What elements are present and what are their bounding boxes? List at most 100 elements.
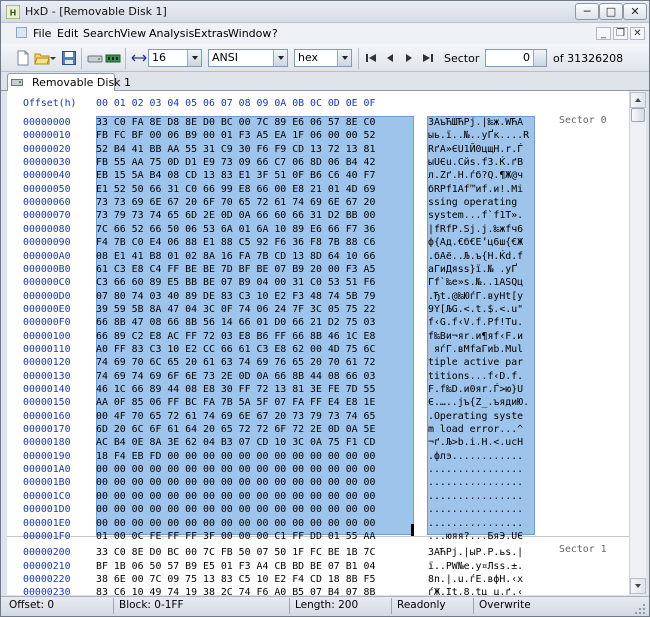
row-hex-bytes[interactable]: 73 79 73 74 65 6D 2E 0D 0A 66 60 66 31 D… bbox=[96, 209, 375, 222]
menu-edit[interactable]: Edit bbox=[57, 27, 78, 40]
row-hex-bytes[interactable]: AA 0F 85 06 FF BC FA 7B 5A 5F 07 FA FF E… bbox=[96, 396, 375, 409]
row-text[interactable]: ыUЄu.Сйs.fЗ.Ќ.ґB bbox=[428, 156, 534, 169]
status-mode[interactable]: Readonly bbox=[397, 599, 446, 611]
row-text[interactable]: 8n.|.u.ѓЕ.вфН.‹х bbox=[428, 573, 534, 586]
scroll-down-arrow-icon[interactable] bbox=[630, 578, 646, 594]
mdi-close-button[interactable]: ✕ bbox=[630, 27, 645, 40]
row-text[interactable]: RґA»ЄU1Й0цщН.r.Ѓ bbox=[428, 143, 534, 156]
row-hex-bytes[interactable]: 01 00 0C FE FF FF 3F 00 00 00 C1 FF DD 0… bbox=[96, 530, 375, 543]
row-hex-bytes[interactable]: 33 C0 8E D0 BC 00 7C FB 50 07 50 1F FC B… bbox=[96, 546, 375, 559]
row-hex-bytes[interactable]: 00 00 00 00 00 00 00 00 00 00 00 00 00 0… bbox=[96, 490, 375, 503]
row-hex-bytes[interactable]: C3 66 60 89 E5 BB BE 07 B9 04 00 31 C0 5… bbox=[96, 276, 375, 289]
vertical-scrollbar[interactable] bbox=[629, 91, 646, 595]
row-hex-bytes[interactable]: EB 15 5A B4 08 CD 13 83 E1 3F 51 0F B6 C… bbox=[96, 169, 375, 182]
menu-extras[interactable]: Extras bbox=[194, 27, 229, 40]
row-text[interactable]: aГиДяѕѕ}ї.№ .уҐ bbox=[428, 263, 534, 276]
row-hex-bytes[interactable]: 00 4F 70 65 72 61 74 69 6E 67 20 73 79 7… bbox=[96, 410, 375, 423]
row-text[interactable]: ...юяя?...БяЭ.UЄ bbox=[428, 530, 534, 543]
maximize-button[interactable]: □ bbox=[599, 3, 623, 20]
row-text[interactable]: titions...f‹D.f. bbox=[428, 370, 534, 383]
scroll-thumb[interactable] bbox=[631, 108, 645, 122]
row-text[interactable]: 3АъЋШЋРј.|‰ж.WЋА bbox=[428, 116, 534, 129]
hex-editor-view[interactable]: Offset(h) 00 01 02 03 04 05 06 07 08 09 … bbox=[7, 91, 629, 595]
status-overwrite[interactable]: Overwrite bbox=[479, 599, 531, 611]
chevron-down-icon[interactable] bbox=[337, 50, 351, 66]
row-text[interactable]: 9Y[ЉG.<.t.$.<.u" bbox=[428, 303, 534, 316]
row-hex-bytes[interactable]: 38 6E 00 7C 09 75 13 83 C5 10 E2 F4 CD 1… bbox=[96, 573, 375, 586]
open-dropdown-icon[interactable] bbox=[49, 50, 57, 66]
row-hex-bytes[interactable]: BF 1B 06 50 57 B9 E5 01 F3 A4 CB BD BE 0… bbox=[96, 560, 375, 573]
menu-search[interactable]: Search bbox=[83, 27, 121, 40]
row-text[interactable]: бRPf1Аf™иf.и!.Mi bbox=[428, 183, 534, 196]
row-hex-bytes[interactable]: 00 00 00 00 00 00 00 00 00 00 00 00 00 0… bbox=[96, 463, 375, 476]
bytes-per-row-select[interactable]: 16 bbox=[148, 49, 202, 67]
row-text[interactable]: |fRfP.Sj.j.‰жfч6 bbox=[428, 223, 534, 236]
row-text[interactable]: ................ bbox=[428, 503, 534, 516]
row-hex-bytes[interactable]: FB FC BF 00 06 B9 00 01 F3 A5 EA 1F 06 0… bbox=[96, 129, 375, 142]
menu-view[interactable]: View bbox=[120, 27, 146, 40]
row-hex-bytes[interactable]: E1 52 50 66 31 C0 66 99 E8 66 00 E8 21 0… bbox=[96, 183, 375, 196]
open-folder-icon[interactable] bbox=[34, 50, 50, 66]
row-hex-bytes[interactable]: FB 55 AA 75 0D D1 E9 73 09 66 C7 06 8D 0… bbox=[96, 156, 375, 169]
resize-grip-icon[interactable] bbox=[635, 604, 646, 615]
row-hex-bytes[interactable]: 73 73 69 6E 67 20 6F 70 65 72 61 74 69 6… bbox=[96, 196, 375, 209]
row-text[interactable]: f‹G.f‹V.f.Рf!Тu. bbox=[428, 316, 534, 329]
row-hex-bytes[interactable]: 6D 20 6C 6F 61 64 20 65 72 72 6F 72 2E 0… bbox=[96, 423, 375, 436]
row-hex-bytes[interactable]: 00 00 00 00 00 00 00 00 00 00 00 00 00 0… bbox=[96, 517, 375, 530]
row-hex-bytes[interactable]: 33 C0 FA 8E D8 8E D0 BC 00 7C 89 E6 06 5… bbox=[96, 116, 375, 129]
row-hex-bytes[interactable]: F4 7B C0 E4 06 88 E1 88 C5 92 F6 36 F8 7… bbox=[96, 236, 375, 249]
row-hex-bytes[interactable]: 18 F4 EB FD 00 00 00 00 00 00 00 00 00 0… bbox=[96, 450, 375, 463]
row-hex-bytes[interactable]: 61 C3 E8 C4 FF BE BE 7D BF BE 07 B9 20 0… bbox=[96, 263, 375, 276]
menu-window[interactable]: Window bbox=[228, 27, 271, 40]
row-hex-bytes[interactable]: 66 8B 47 08 66 8B 56 14 66 01 D0 66 21 D… bbox=[96, 316, 375, 329]
menu-help[interactable]: ? bbox=[272, 27, 278, 40]
title-bar[interactable]: H HxD - [Removable Disk 1] ─ □ ✕ bbox=[1, 1, 649, 23]
row-text[interactable]: Є.…..јъ{Z_.ъядиЮ. bbox=[428, 396, 534, 409]
mdi-restore-button[interactable]: ❐ bbox=[613, 27, 628, 40]
row-text[interactable]: .Ђt.@‰ЮѓГ.вуHt[y bbox=[428, 290, 534, 303]
new-file-icon[interactable] bbox=[15, 50, 31, 66]
menu-file[interactable]: File bbox=[33, 27, 51, 40]
row-hex-bytes[interactable]: 00 00 00 00 00 00 00 00 00 00 00 00 00 0… bbox=[96, 503, 375, 516]
next-sector-icon[interactable] bbox=[402, 51, 416, 65]
menu-analysis[interactable]: Analysis bbox=[149, 27, 194, 40]
row-hex-bytes[interactable]: 52 B4 41 BB AA 55 31 C9 30 F6 F9 CD 13 7… bbox=[96, 143, 375, 156]
charset-select[interactable]: ANSI bbox=[208, 49, 288, 67]
row-hex-bytes[interactable]: 07 80 74 03 40 89 DE 83 C3 10 E2 F3 48 7… bbox=[96, 290, 375, 303]
previous-sector-icon[interactable] bbox=[383, 51, 397, 65]
row-hex-bytes[interactable]: 46 1C 66 89 44 08 E8 30 FF 72 13 81 3E F… bbox=[96, 383, 375, 396]
first-sector-icon[interactable] bbox=[364, 51, 378, 65]
row-hex-bytes[interactable]: 00 00 00 00 00 00 00 00 00 00 00 00 00 0… bbox=[96, 476, 375, 489]
row-text[interactable]: ф{Ад.€б€Е’ц6ш{€Ж bbox=[428, 236, 534, 249]
row-text[interactable]: tiple active par bbox=[428, 356, 534, 369]
row-text[interactable]: ssing operating bbox=[428, 196, 534, 209]
row-text[interactable]: .бAё..Љ.ъ{Н.Ќd.f bbox=[428, 250, 534, 263]
row-text[interactable]: л.Zґ.Н.ѓб?Q.¶Ж@ч bbox=[428, 169, 534, 182]
document-icon[interactable] bbox=[16, 27, 27, 38]
row-hex-bytes[interactable]: 74 69 74 69 6F 6E 73 2E 0D 0A 66 8B 44 0… bbox=[96, 370, 375, 383]
row-hex-bytes[interactable]: 74 69 70 6C 65 20 61 63 74 69 76 65 20 7… bbox=[96, 356, 375, 369]
row-text[interactable]: .флэ............ bbox=[428, 450, 534, 463]
chevron-down-icon[interactable] bbox=[273, 50, 287, 66]
save-icon[interactable] bbox=[61, 50, 77, 66]
row-text[interactable]: ................ bbox=[428, 490, 534, 503]
row-text[interactable]: F.f‰D.и0яr.Ѓ>ю}U bbox=[428, 383, 534, 396]
row-text[interactable]: ................ bbox=[428, 476, 534, 489]
row-text[interactable]: f‰Ви¬яr.и¶яf‹F.и bbox=[428, 330, 534, 343]
row-text[interactable]: .Operating syste bbox=[428, 410, 534, 423]
row-hex-bytes[interactable]: 7C 66 52 66 50 06 53 6A 01 6A 10 89 E6 6… bbox=[96, 223, 375, 236]
last-sector-icon[interactable] bbox=[421, 51, 435, 65]
spin-arrows-icon[interactable] bbox=[533, 50, 546, 66]
row-hex-bytes[interactable]: 39 59 5B 8A 47 04 3C 0F 74 06 24 7F 3C 0… bbox=[96, 303, 375, 316]
row-text[interactable]: ыь.ї..№..уҐк....R bbox=[428, 129, 534, 142]
row-text[interactable]: Гf`‰е»ѕ.№..1АSQц bbox=[428, 276, 534, 289]
close-button[interactable]: ✕ bbox=[623, 3, 647, 20]
offset-base-select[interactable]: hex bbox=[294, 49, 352, 67]
minimize-button[interactable]: ─ bbox=[575, 3, 599, 20]
row-text[interactable]: m load error...^ bbox=[428, 423, 534, 436]
row-text[interactable]: ¬ґ.Љ>b.і.Н.<.uсН bbox=[428, 436, 534, 449]
row-text[interactable]: system...f`f1Т». bbox=[428, 209, 534, 222]
open-disk-icon[interactable] bbox=[87, 50, 103, 66]
row-hex-bytes[interactable]: 08 E1 41 B8 01 02 8A 16 FA 7B CD 13 8D 6… bbox=[96, 250, 375, 263]
mdi-minimize-button[interactable]: _ bbox=[596, 27, 611, 40]
